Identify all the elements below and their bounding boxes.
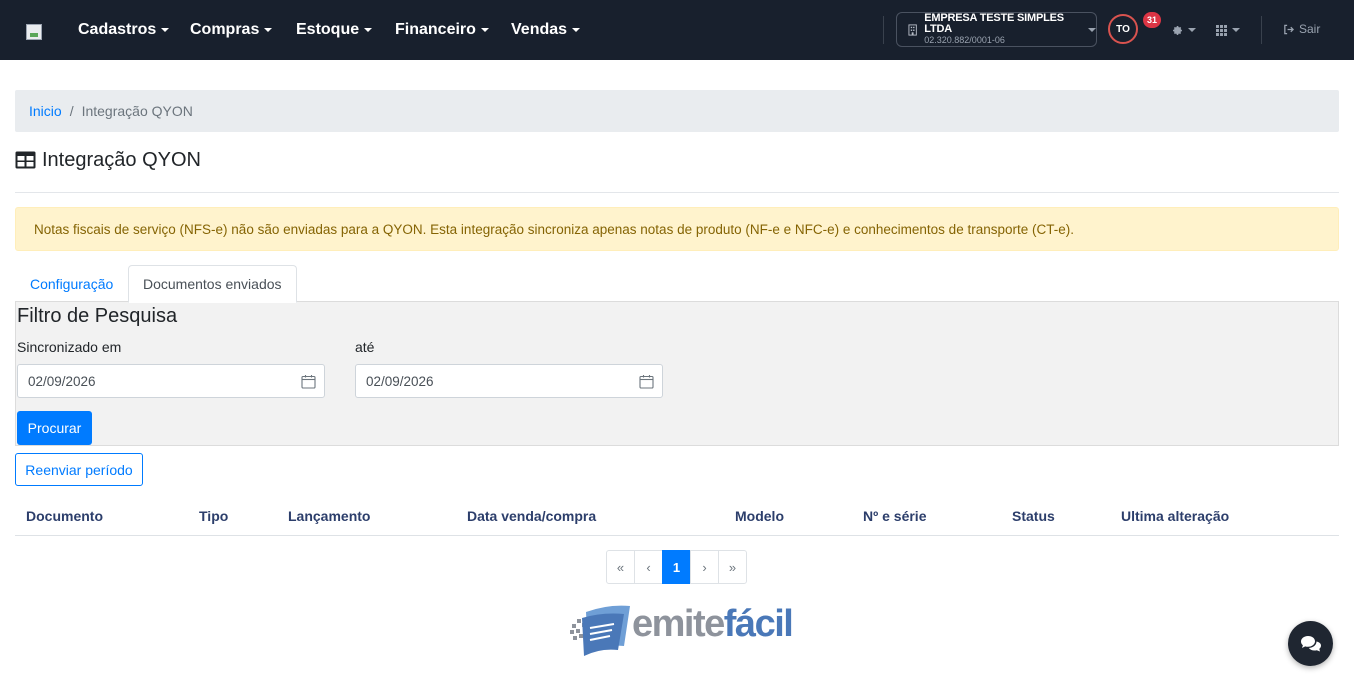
tab-documentos-enviados-label: Documentos enviados <box>143 276 282 292</box>
table-icon <box>15 151 36 169</box>
nav-estoque[interactable]: Estoque <box>296 20 373 40</box>
info-alert: Notas fiscais de serviço (NFS-e) não são… <box>15 207 1339 251</box>
chat-bubbles-icon <box>1300 635 1321 651</box>
settings-menu[interactable] <box>1172 23 1196 37</box>
page-title-text: Integração QYON <box>42 148 201 171</box>
caret-down-icon <box>1188 28 1196 32</box>
nav-divider <box>1261 16 1262 44</box>
breadcrumb: Inicio / Integração QYON <box>15 90 1339 132</box>
sync-to-label: até <box>355 339 375 355</box>
sign-out-icon <box>1284 24 1294 34</box>
apps-menu[interactable] <box>1216 23 1240 37</box>
building-icon <box>908 23 917 36</box>
filter-title: Filtro de Pesquisa <box>17 305 178 327</box>
apps-grid-icon <box>1216 24 1227 36</box>
tabs: Configuração Documentos enviados <box>15 265 1339 303</box>
sync-from-date-input[interactable]: 02/09/2026 <box>17 364 325 398</box>
logo-text-emite: emite <box>632 603 725 645</box>
alert-text: Notas fiscais de serviço (NFS-e) não são… <box>34 221 1074 237</box>
title-divider <box>15 192 1339 193</box>
nav-compras[interactable]: Compras <box>190 20 273 40</box>
company-cnpj: 02.320.882/0001-06 <box>924 35 1005 45</box>
search-button-label: Procurar <box>27 420 82 436</box>
chat-button[interactable] <box>1288 621 1333 666</box>
caret-down-icon <box>480 28 489 32</box>
logout-button[interactable]: Sair <box>1283 21 1320 37</box>
company-info: EMPRESA TESTE SIMPLES LTDA 02.320.882/00… <box>924 13 1082 46</box>
calendar-icon[interactable] <box>301 374 316 389</box>
nav-financeiro-label: Financeiro <box>395 21 476 38</box>
tab-configuracao-label: Configuração <box>30 275 114 292</box>
notification-count: 31 <box>1146 15 1157 25</box>
pagination-next[interactable]: › <box>690 550 719 584</box>
column-header-documento[interactable]: Documento <box>26 508 103 524</box>
breadcrumb-separator: / <box>69 103 74 119</box>
user-avatar[interactable]: TO <box>1108 14 1138 44</box>
filter-panel: Filtro de Pesquisa Sincronizado em 02/09… <box>15 301 1339 446</box>
gear-icon <box>1173 25 1182 35</box>
top-navbar: Cadastros Compras Estoque Financeiro Ven… <box>0 0 1354 60</box>
emitefacil-logo: emitefácil <box>568 602 794 658</box>
emitefacil-logo-wordmark: emitefácil <box>632 603 794 646</box>
column-header-numero-serie[interactable]: Nº e série <box>863 508 927 524</box>
company-name: EMPRESA TESTE SIMPLES LTDA <box>924 12 1064 35</box>
column-header-data-venda-compra[interactable]: Data venda/compra <box>467 508 596 524</box>
nav-compras-label: Compras <box>190 21 260 38</box>
sync-to-value: 02/09/2026 <box>366 373 434 389</box>
column-header-modelo[interactable]: Modelo <box>735 508 784 524</box>
caret-down-icon <box>1232 28 1240 32</box>
pagination: « ‹ 1 › » <box>606 550 747 584</box>
nav-estoque-label: Estoque <box>296 21 360 38</box>
search-button[interactable]: Procurar <box>17 411 92 445</box>
documents-table-header: Documento Tipo Lançamento Data venda/com… <box>15 500 1339 536</box>
caret-down-icon <box>264 28 273 32</box>
nav-vendas[interactable]: Vendas <box>511 20 581 40</box>
resend-period-label: Reenviar período <box>25 461 133 478</box>
pagination-prev[interactable]: ‹ <box>634 550 663 584</box>
nav-cadastros[interactable]: Cadastros <box>78 20 170 40</box>
sync-from-value: 02/09/2026 <box>28 373 96 389</box>
avatar-initials: TO <box>1116 23 1130 35</box>
nav-financeiro[interactable]: Financeiro <box>395 20 489 40</box>
column-header-tipo[interactable]: Tipo <box>199 508 228 524</box>
sync-to-date-input[interactable]: 02/09/2026 <box>355 364 663 398</box>
pagination-first[interactable]: « <box>606 550 635 584</box>
brand-logo-image[interactable] <box>26 24 42 40</box>
tab-documentos-enviados[interactable]: Documentos enviados <box>128 265 297 303</box>
nav-divider <box>883 16 884 44</box>
caret-down-icon <box>1088 27 1096 32</box>
caret-down-icon <box>161 28 170 32</box>
emitefacil-logo-mark-icon <box>570 605 630 656</box>
caret-down-icon <box>572 28 581 32</box>
logo-text-facil: fácil <box>723 603 794 645</box>
pagination-page-current[interactable]: 1 <box>662 550 691 584</box>
column-header-status[interactable]: Status <box>1012 508 1055 524</box>
nav-cadastros-label: Cadastros <box>78 21 157 38</box>
calendar-icon[interactable] <box>639 374 654 389</box>
resend-period-button[interactable]: Reenviar período <box>15 453 143 486</box>
nav-vendas-label: Vendas <box>511 21 568 38</box>
pagination-last[interactable]: » <box>718 550 747 584</box>
sync-from-label: Sincronizado em <box>17 339 122 355</box>
column-header-lancamento[interactable]: Lançamento <box>288 508 370 524</box>
caret-down-icon <box>364 28 373 32</box>
page-title: Integração QYON <box>15 147 201 173</box>
tab-configuracao[interactable]: Configuração <box>15 265 128 302</box>
breadcrumb-home-link[interactable]: Inicio <box>29 103 62 119</box>
logout-label: Sair <box>1299 22 1321 36</box>
breadcrumb-current: Integração QYON <box>81 103 193 119</box>
company-selector[interactable]: EMPRESA TESTE SIMPLES LTDA 02.320.882/00… <box>896 12 1097 47</box>
notification-badge[interactable]: 31 <box>1143 12 1161 28</box>
column-header-ultima-alteracao[interactable]: Ultima alteração <box>1121 508 1229 524</box>
